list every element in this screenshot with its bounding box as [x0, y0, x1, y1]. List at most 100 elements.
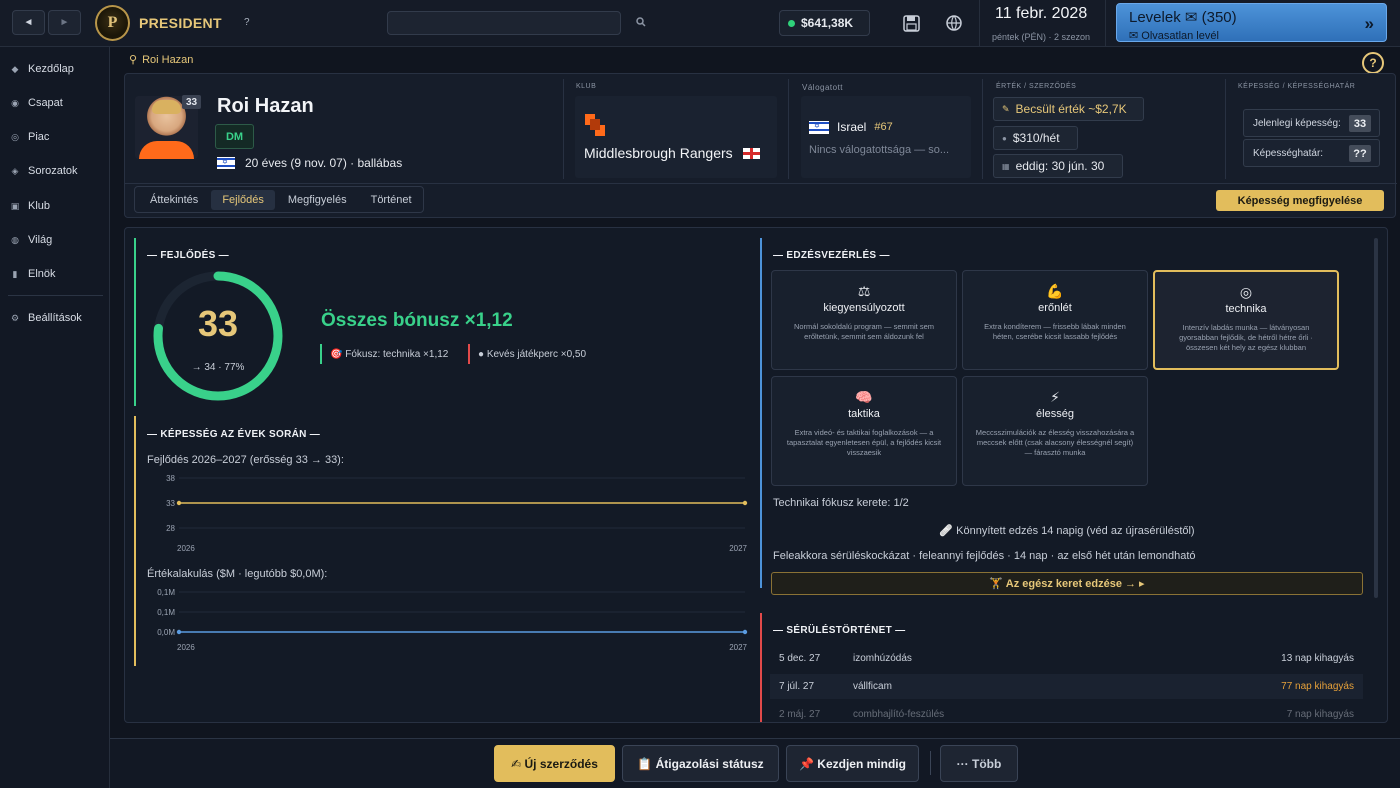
training-card-balanced[interactable]: ⚖ kiegyensúlyozott Normál sokoldalú progra… [771, 270, 957, 370]
eased-training-toggle[interactable]: 🩹 Könnyített edzés 14 napig (véd az újra… [771, 524, 1363, 537]
club-logo-icon [585, 114, 605, 136]
globe-icon: ◍ [11, 234, 19, 245]
capability-label: Képesség / képességhatár [1238, 83, 1356, 90]
club-name-text: Middlesbrough Rangers [584, 145, 733, 161]
injury-missed: 77 nap kihagyás [1281, 681, 1354, 692]
sidebar-item-market[interactable]: ◎ Piac [10, 127, 49, 147]
israel-flag-icon [809, 120, 829, 134]
player-name: Roi Hazan [217, 95, 314, 117]
injury-date: 2 máj. 27 [779, 709, 821, 720]
national-card[interactable]: Israel #67 Nincs válogatottsága — so... [801, 96, 971, 178]
value-label: Érték / szerződés [996, 83, 1077, 90]
training-card-title: technika [1225, 303, 1267, 315]
focus-modifier: 🎯 Fókusz: technika ×1,12 [330, 349, 449, 360]
focus-quota: Technikai fókusz kerete: 1/2 [773, 497, 909, 509]
y-tick-label: 0,1M [157, 608, 175, 617]
divider [982, 79, 983, 179]
training-card-desc: Normál sokoldalú program — semmit sem er… [793, 322, 935, 342]
injury-date: 7 júl. 27 [779, 681, 815, 692]
new-contract-button[interactable]: ✍ Új szerződés [494, 745, 615, 782]
search-icon[interactable] [636, 17, 646, 27]
national-status: Nincs válogatottsága — so... [809, 144, 950, 156]
breadcrumb[interactable]: ⚲ Roi Hazan [129, 53, 194, 67]
injury-missed: 7 nap kihagyás [1286, 709, 1354, 720]
balance-display: $641,38K [779, 10, 870, 36]
x-tick-label: 2026 [177, 643, 195, 652]
status-dot-icon [788, 19, 795, 27]
section-accent [760, 238, 762, 588]
club-crest-logo: P [95, 5, 130, 41]
save-icon[interactable] [903, 15, 920, 32]
y-tick-label: 38 [166, 474, 175, 483]
data-point [176, 629, 182, 635]
sidebar-item-team[interactable]: ◉ Csapat [10, 93, 63, 113]
tab-bar: Áttekintés Fejlődés Megfigyelés Történet [134, 186, 424, 213]
target-icon: ◎ [1239, 284, 1253, 300]
minutes-modifier: ● Kevés játékperc ×0,50 [478, 349, 587, 360]
sidebar-item-label: Piac [28, 131, 50, 143]
history-title: — KÉPESSÉG AZ ÉVEK SORÁN — [147, 429, 321, 440]
mail-button[interactable]: Levelek ✉ (350) ✉ Olvasatlan levél » [1116, 3, 1387, 42]
top-bar: ◄ ► P PRESIDENT ? $641,38K 11 febr. 2028… [0, 0, 1400, 47]
x-tick-label: 2027 [729, 643, 747, 652]
sidebar-item-president[interactable]: ▮ Elnök [10, 264, 56, 284]
sidebar-item-label: Klub [28, 200, 51, 212]
tab-development[interactable]: Fejlődés [211, 189, 275, 210]
breadcrumb-label: Roi Hazan [142, 53, 194, 66]
divider [1225, 79, 1226, 179]
data-point [742, 629, 748, 635]
sidebar-divider [8, 295, 103, 296]
divider [930, 751, 931, 775]
club-card[interactable]: Middlesbrough Rangers [575, 96, 777, 178]
more-button[interactable]: ··· Több [940, 745, 1018, 782]
date-subtitle: péntek (PÉN) · 2 szezon [992, 32, 1091, 42]
injury-date: 5 dec. 27 [779, 653, 821, 664]
injuries-title: — SÉRÜLÉSTÖRTÉNET — [773, 625, 906, 636]
sidebar-item-world[interactable]: ◍ Világ [10, 230, 52, 250]
forward-button[interactable]: ► [48, 10, 81, 35]
table-row: 5 dec. 27 izomhúzódás 13 nap kihagyás [770, 646, 1363, 671]
scout-ability-button[interactable]: Képesség megfigyelése [1216, 190, 1384, 211]
training-card-title: erőnlét [1038, 302, 1072, 314]
table-row: 7 júl. 27 vállficam 77 nap kihagyás [770, 674, 1363, 699]
ability-chart: 38 33 28 2026 2027 [166, 474, 747, 553]
tab-history[interactable]: Történet [360, 190, 423, 210]
contract-until-text: eddig: 30 jún. 30 [1015, 159, 1105, 173]
sidebar-item-club[interactable]: ▣ Klub [10, 196, 50, 216]
sidebar-item-series[interactable]: ◈ Sorozatok [10, 161, 78, 181]
divider [788, 79, 789, 179]
sidebar-item-home[interactable]: ◆ Kezdőlap [10, 59, 74, 79]
back-button[interactable]: ◄ [12, 10, 45, 35]
injury-type: vállficam [853, 681, 892, 692]
sidebar-item-settings[interactable]: ⚙ Beállítások [10, 308, 82, 328]
training-card-technique[interactable]: ◎ technika Intenzív labdás munka — látvány… [1153, 270, 1339, 370]
president-icon: ▮ [12, 268, 18, 279]
section-accent [134, 416, 136, 666]
training-card-tactics[interactable]: 🧠 taktika Extra videó- és taktikai foglalk… [771, 376, 957, 486]
development-ovr: 33 [197, 303, 239, 344]
help-icon[interactable]: ? [244, 17, 250, 28]
scrollbar[interactable] [1374, 238, 1378, 598]
injury-type: combhajlító-feszülés [853, 709, 945, 720]
england-flag-icon [742, 147, 760, 159]
training-card-desc: Extra kondíterem — frissebb lábak minden… [984, 322, 1126, 342]
always-start-button[interactable]: 📌 Kezdjen mindig [786, 745, 919, 782]
club-label: Klub [576, 83, 597, 90]
training-card-sharpness[interactable]: ⚡ élesség Meccsszimulációk az élesség viss… [962, 376, 1148, 486]
date-panel: 11 febr. 2028 péntek (PÉN) · 2 szezon [979, 0, 1106, 47]
data-point [176, 500, 182, 506]
tab-overview[interactable]: Áttekintés [139, 190, 209, 210]
training-card-title: kiegyensúlyozott [823, 302, 905, 314]
player-age-foot: 20 éves (9 nov. 07) · ballábas [245, 156, 403, 170]
tab-scouting[interactable]: Megfigyelés [277, 190, 358, 210]
world-settings-icon[interactable] [945, 14, 963, 32]
training-card-fitness[interactable]: 💪 erőnlét Extra kondíterem — frissebb lába… [962, 270, 1148, 370]
gear-icon: ⚙ [10, 312, 20, 323]
search-input[interactable] [387, 11, 621, 35]
help-button[interactable]: ? [1362, 52, 1384, 74]
whole-squad-training-button[interactable]: 🏋 Az egész keret edzése → ▸ [771, 572, 1363, 595]
transfer-status-button[interactable]: 📋 Átigazolási státusz [622, 745, 779, 782]
double-chevron-right-icon: » [1364, 14, 1374, 33]
lightning-icon: ⚡ [1050, 389, 1060, 405]
injury-type: izomhúzódás [853, 653, 912, 664]
